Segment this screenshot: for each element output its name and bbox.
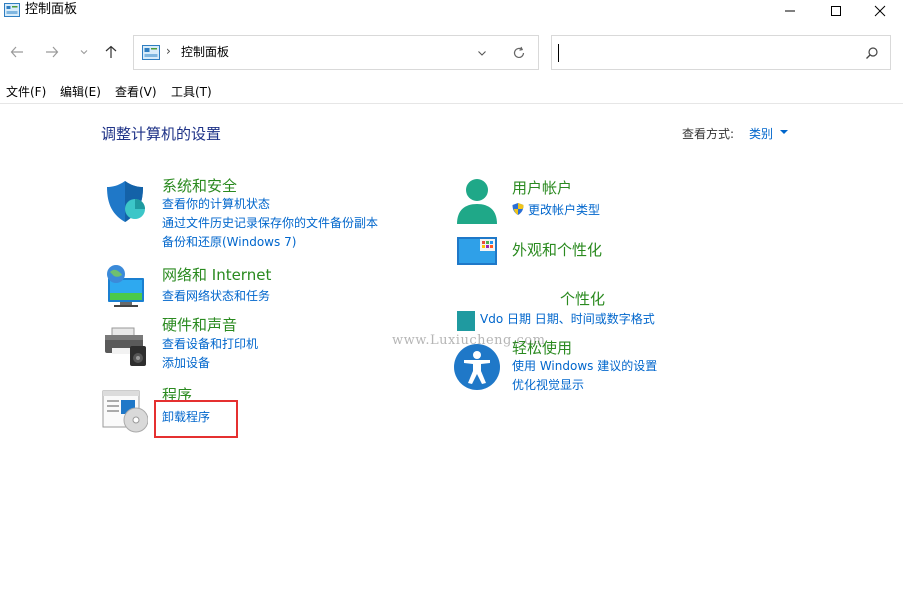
back-button[interactable] [6, 41, 28, 63]
forward-button[interactable] [41, 41, 63, 63]
menu-file[interactable]: 文件(F) [6, 83, 46, 101]
maximize-icon [831, 6, 841, 16]
category-network-internet[interactable]: 网络和 Internet [162, 265, 271, 285]
link-optimize-visual-display[interactable]: 优化视觉显示 [512, 377, 584, 393]
recent-locations-button[interactable] [73, 41, 95, 63]
up-button[interactable] [100, 41, 122, 63]
arrow-left-icon [10, 46, 23, 58]
minimize-icon [785, 10, 795, 12]
text-caret [558, 44, 559, 62]
menu-tools[interactable]: 工具(T) [171, 83, 212, 101]
arrow-up-icon [105, 45, 117, 58]
watermark-text: www.Luxiucheng.com [392, 333, 546, 348]
user-account-icon[interactable] [454, 178, 500, 224]
menu-bar: 文件(F) 编辑(E) 查看(V) 工具(T) [0, 83, 903, 103]
chevron-down-icon [478, 51, 486, 56]
control-panel-window: 控制面板 › 控制面板 文件(F) 编辑(E) 查看(V) 工具(T) 调整计算… [0, 0, 903, 605]
menu-edit[interactable]: 编辑(E) [60, 83, 101, 101]
category-system-security[interactable]: 系统和安全 [162, 176, 237, 196]
menu-divider [0, 103, 903, 104]
link-backup-restore[interactable]: 备份和还原(Windows 7) [162, 234, 296, 250]
link-change-account-type[interactable]: 更改帐户类型 [528, 202, 600, 218]
image-artifact-overlay [455, 268, 565, 312]
network-globe-icon[interactable] [102, 262, 148, 308]
programs-disc-icon[interactable] [102, 388, 148, 434]
link-add-device[interactable]: 添加设备 [162, 355, 210, 371]
shield-icon[interactable] [102, 178, 148, 224]
uac-shield-icon [512, 203, 524, 215]
search-input[interactable] [562, 42, 852, 64]
refresh-icon [513, 46, 525, 59]
breadcrumb-control-panel[interactable]: 控制面板 [181, 45, 229, 60]
clock-region-icon[interactable] [456, 310, 476, 332]
link-view-computer-status[interactable]: 查看你的计算机状态 [162, 196, 270, 212]
link-change-date-time-format[interactable]: Vdo 日期 日期、时间或数字格式 [480, 311, 655, 327]
view-by-dropdown[interactable]: 类别 [749, 125, 773, 142]
title-bar: 控制面板 [0, 0, 903, 22]
link-windows-suggested-settings[interactable]: 使用 Windows 建议的设置 [512, 358, 657, 374]
category-user-accounts[interactable]: 用户帐户 [512, 178, 572, 198]
link-network-status[interactable]: 查看网络状态和任务 [162, 288, 270, 304]
address-dropdown-button[interactable] [474, 45, 490, 61]
control-panel-icon [142, 45, 160, 60]
minimize-button[interactable] [767, 0, 813, 22]
control-panel-app-icon [4, 3, 20, 17]
accessibility-icon[interactable] [453, 343, 501, 391]
category-hardware-sound[interactable]: 硬件和声音 [162, 315, 237, 335]
menu-view[interactable]: 查看(V) [115, 83, 157, 101]
refresh-button[interactable] [510, 44, 528, 62]
dropdown-arrow-icon[interactable] [779, 128, 789, 136]
maximize-button[interactable] [813, 0, 859, 22]
printer-icon[interactable] [102, 324, 148, 370]
highlight-annotation-box [154, 400, 238, 438]
chevron-down-icon [80, 50, 88, 55]
window-title: 控制面板 [25, 2, 78, 17]
breadcrumb-separator: › [166, 44, 171, 58]
category-clock-region-partial[interactable]: 个性化 [560, 289, 605, 309]
view-by-label: 查看方式: [682, 127, 735, 141]
navigation-bar: › 控制面板 [0, 34, 903, 70]
address-bar[interactable]: › 控制面板 [133, 35, 539, 70]
search-box[interactable] [551, 35, 891, 70]
close-icon [874, 5, 886, 17]
arrow-right-icon [46, 46, 59, 58]
page-title: 调整计算机的设置 [101, 125, 222, 143]
link-devices-printers[interactable]: 查看设备和打印机 [162, 336, 258, 352]
category-appearance-personalization[interactable]: 外观和个性化 [512, 240, 602, 260]
close-button[interactable] [857, 0, 903, 22]
search-icon[interactable] [865, 46, 879, 60]
link-file-history-backup[interactable]: 通过文件历史记录保存你的文件备份副本 [162, 215, 378, 231]
